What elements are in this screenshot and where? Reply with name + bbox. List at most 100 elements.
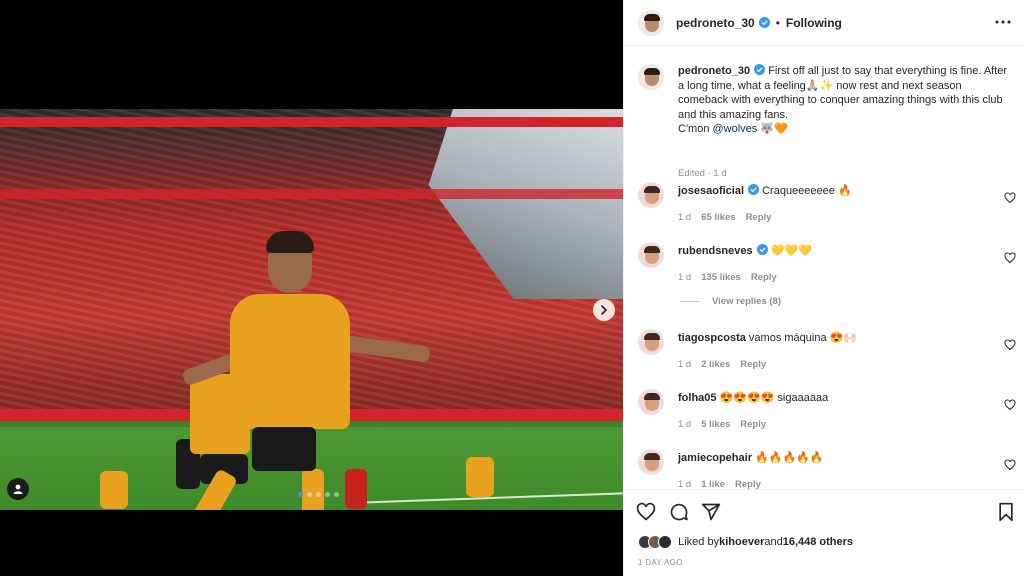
post-header: pedroneto_30 • Following xyxy=(624,0,1024,46)
save-button[interactable] xyxy=(996,502,1018,524)
comment-line: josesaoficial Craqueeeeeee 🔥 xyxy=(678,184,852,197)
tagged-users-button[interactable] xyxy=(7,478,29,500)
avatar xyxy=(658,535,672,549)
comment-username[interactable]: rubendsneves xyxy=(678,245,753,257)
post-actions: Liked by kihoever and 16,448 others 1 DA… xyxy=(624,489,1024,576)
reply-button[interactable]: Reply xyxy=(751,272,777,283)
caption-edited: Edited · 1 d xyxy=(678,168,727,179)
liked-by-others[interactable]: 16,448 others xyxy=(783,536,853,548)
comment: tiagospcosta vamos máquina 😍🙌🏻 1 d 2 like… xyxy=(638,329,1018,379)
comment-age: 1 d xyxy=(678,212,692,223)
separator: • xyxy=(775,15,780,30)
post-photo[interactable] xyxy=(0,109,623,510)
comment-username[interactable]: josesaoficial xyxy=(678,185,744,197)
heart-icon[interactable] xyxy=(1004,399,1016,411)
player-figure xyxy=(466,457,494,497)
comment: jamiecopehair 🔥🔥🔥🔥🔥 1 d 1 like Reply xyxy=(638,449,1018,489)
comments-feed[interactable]: pedroneto_30 First off all just to say t… xyxy=(624,46,1024,489)
comment-age: 1 d xyxy=(678,272,692,283)
comment: josesaoficial Craqueeeeeee 🔥 1 d 65 likes… xyxy=(638,182,1018,232)
like-button[interactable] xyxy=(636,502,658,524)
player-figure xyxy=(230,294,350,429)
chevron-right-icon xyxy=(601,305,608,315)
caption-emoji: 🐺🧡 xyxy=(757,123,788,135)
player-figure xyxy=(100,471,128,509)
carousel-dot xyxy=(316,492,321,497)
comment-meta: 1 d 65 likes Reply xyxy=(678,212,781,223)
caption-body-2: C'mon xyxy=(678,123,713,135)
comment-text: vamos máquina 😍🙌🏻 xyxy=(748,332,858,344)
avatar[interactable] xyxy=(638,242,664,268)
reply-button[interactable]: Reply xyxy=(746,212,772,223)
comment-text: 😍😍😍😍 sigaaaaaa xyxy=(719,392,829,404)
comment-line: folha05 😍😍😍😍 sigaaaaaa xyxy=(678,391,828,404)
verified-badge-icon xyxy=(754,64,766,75)
stadium-banner xyxy=(0,189,623,199)
avatar[interactable] xyxy=(638,64,664,90)
comment-button[interactable] xyxy=(669,502,691,524)
divider xyxy=(680,301,700,302)
comment-age: 1 d xyxy=(678,419,692,430)
more-options-button[interactable] xyxy=(993,12,1013,32)
liked-by-prefix: Liked by xyxy=(678,536,720,548)
stadium-banner xyxy=(0,117,623,127)
heart-icon[interactable] xyxy=(1004,252,1016,264)
player-figure xyxy=(302,469,324,510)
comment-text: 🔥🔥🔥🔥🔥 xyxy=(755,452,824,464)
bookmark-icon xyxy=(999,502,1013,522)
reply-button[interactable]: Reply xyxy=(735,479,761,489)
comment-icon xyxy=(670,503,688,521)
carousel-dot xyxy=(307,492,312,497)
heart-icon[interactable] xyxy=(1004,459,1016,471)
carousel-dot xyxy=(325,492,330,497)
avatar[interactable] xyxy=(638,329,664,355)
liked-by-avatars xyxy=(638,535,672,549)
comment-line: jamiecopehair 🔥🔥🔥🔥🔥 xyxy=(678,451,824,464)
post-side-panel: pedroneto_30 • Following pedroneto_30 Fi… xyxy=(623,0,1024,576)
avatar[interactable] xyxy=(638,449,664,475)
comment: rubendsneves 💛💛💛 1 d 135 likes Reply xyxy=(638,242,1018,292)
comment-likes[interactable]: 5 likes xyxy=(701,419,730,430)
comment-age: 1 d xyxy=(678,479,692,489)
share-icon xyxy=(701,503,721,521)
liked-by-middle: and xyxy=(764,536,783,548)
heart-icon[interactable] xyxy=(1004,339,1016,351)
share-button[interactable] xyxy=(701,502,723,524)
player-figure xyxy=(266,231,314,253)
more-icon xyxy=(995,20,1011,24)
comment-username[interactable]: tiagospcosta xyxy=(678,332,746,344)
comment-line: rubendsneves 💛💛💛 xyxy=(678,244,812,257)
carousel-dot xyxy=(298,492,303,497)
avatar[interactable] xyxy=(638,182,664,208)
comment-likes[interactable]: 65 likes xyxy=(701,212,735,223)
user-icon xyxy=(13,484,23,494)
heart-icon[interactable] xyxy=(1004,192,1016,204)
carousel-dots xyxy=(298,492,339,497)
avatar[interactable] xyxy=(638,389,664,415)
liked-by-user[interactable]: kihoever xyxy=(719,536,764,548)
carousel-next-button[interactable] xyxy=(593,299,615,321)
reply-button[interactable]: Reply xyxy=(740,419,766,430)
comment-meta: 1 d 5 likes Reply xyxy=(678,419,776,430)
comment-meta: 1 d 135 likes Reply xyxy=(678,272,787,283)
comment-likes[interactable]: 135 likes xyxy=(701,272,741,283)
caption-mention[interactable]: @wolves xyxy=(713,123,758,135)
comment-text: 💛💛💛 xyxy=(770,245,812,257)
comment-meta: 1 d 2 likes Reply xyxy=(678,359,776,370)
comment-likes[interactable]: 1 like xyxy=(701,479,725,489)
verified-badge-icon xyxy=(758,16,770,28)
reply-button[interactable]: Reply xyxy=(740,359,766,370)
comment-username[interactable]: folha05 xyxy=(678,392,717,404)
caption-author[interactable]: pedroneto_30 xyxy=(678,65,750,77)
view-replies-button[interactable]: View replies (8) xyxy=(680,296,781,307)
avatar[interactable] xyxy=(638,9,664,36)
comment-username[interactable]: jamiecopehair xyxy=(678,452,752,464)
liked-by: Liked by kihoever and 16,448 others xyxy=(638,535,853,549)
post-media xyxy=(0,0,623,576)
comment-likes[interactable]: 2 likes xyxy=(701,359,730,370)
verified-badge-icon xyxy=(748,184,760,195)
post-timestamp[interactable]: 1 DAY AGO xyxy=(638,558,683,567)
author-username[interactable]: pedroneto_30 xyxy=(676,16,770,30)
following-button[interactable]: Following xyxy=(786,16,842,30)
caption-text: pedroneto_30 First off all just to say t… xyxy=(678,64,1008,137)
